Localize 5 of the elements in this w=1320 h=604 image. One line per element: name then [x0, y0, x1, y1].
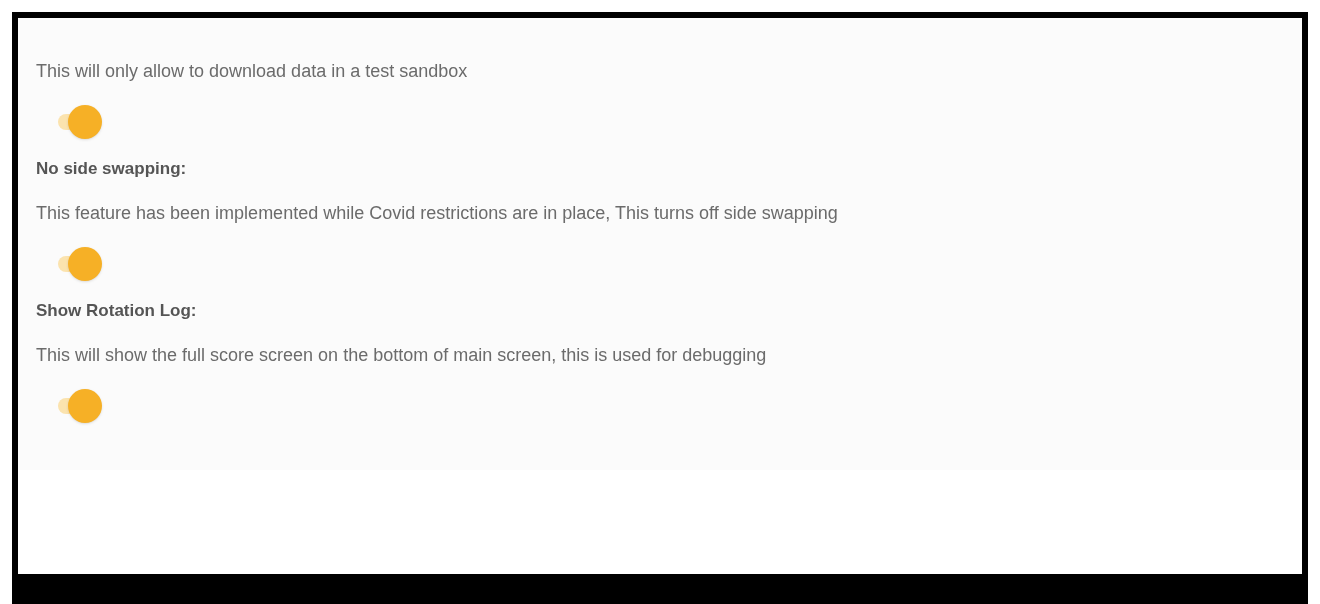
setting-title: No side swapping:	[36, 158, 188, 180]
setting-description: This feature has been implemented while Covid restrictions are in place, This turns off side swapping	[36, 202, 839, 225]
setting-description: This will only allow to download data in a test sandbox	[36, 60, 469, 83]
setting-description: This will show the full score screen on the bottom of main screen, this is used for debugging	[36, 344, 768, 367]
setting-title: Show Rotation Log:	[36, 300, 198, 322]
